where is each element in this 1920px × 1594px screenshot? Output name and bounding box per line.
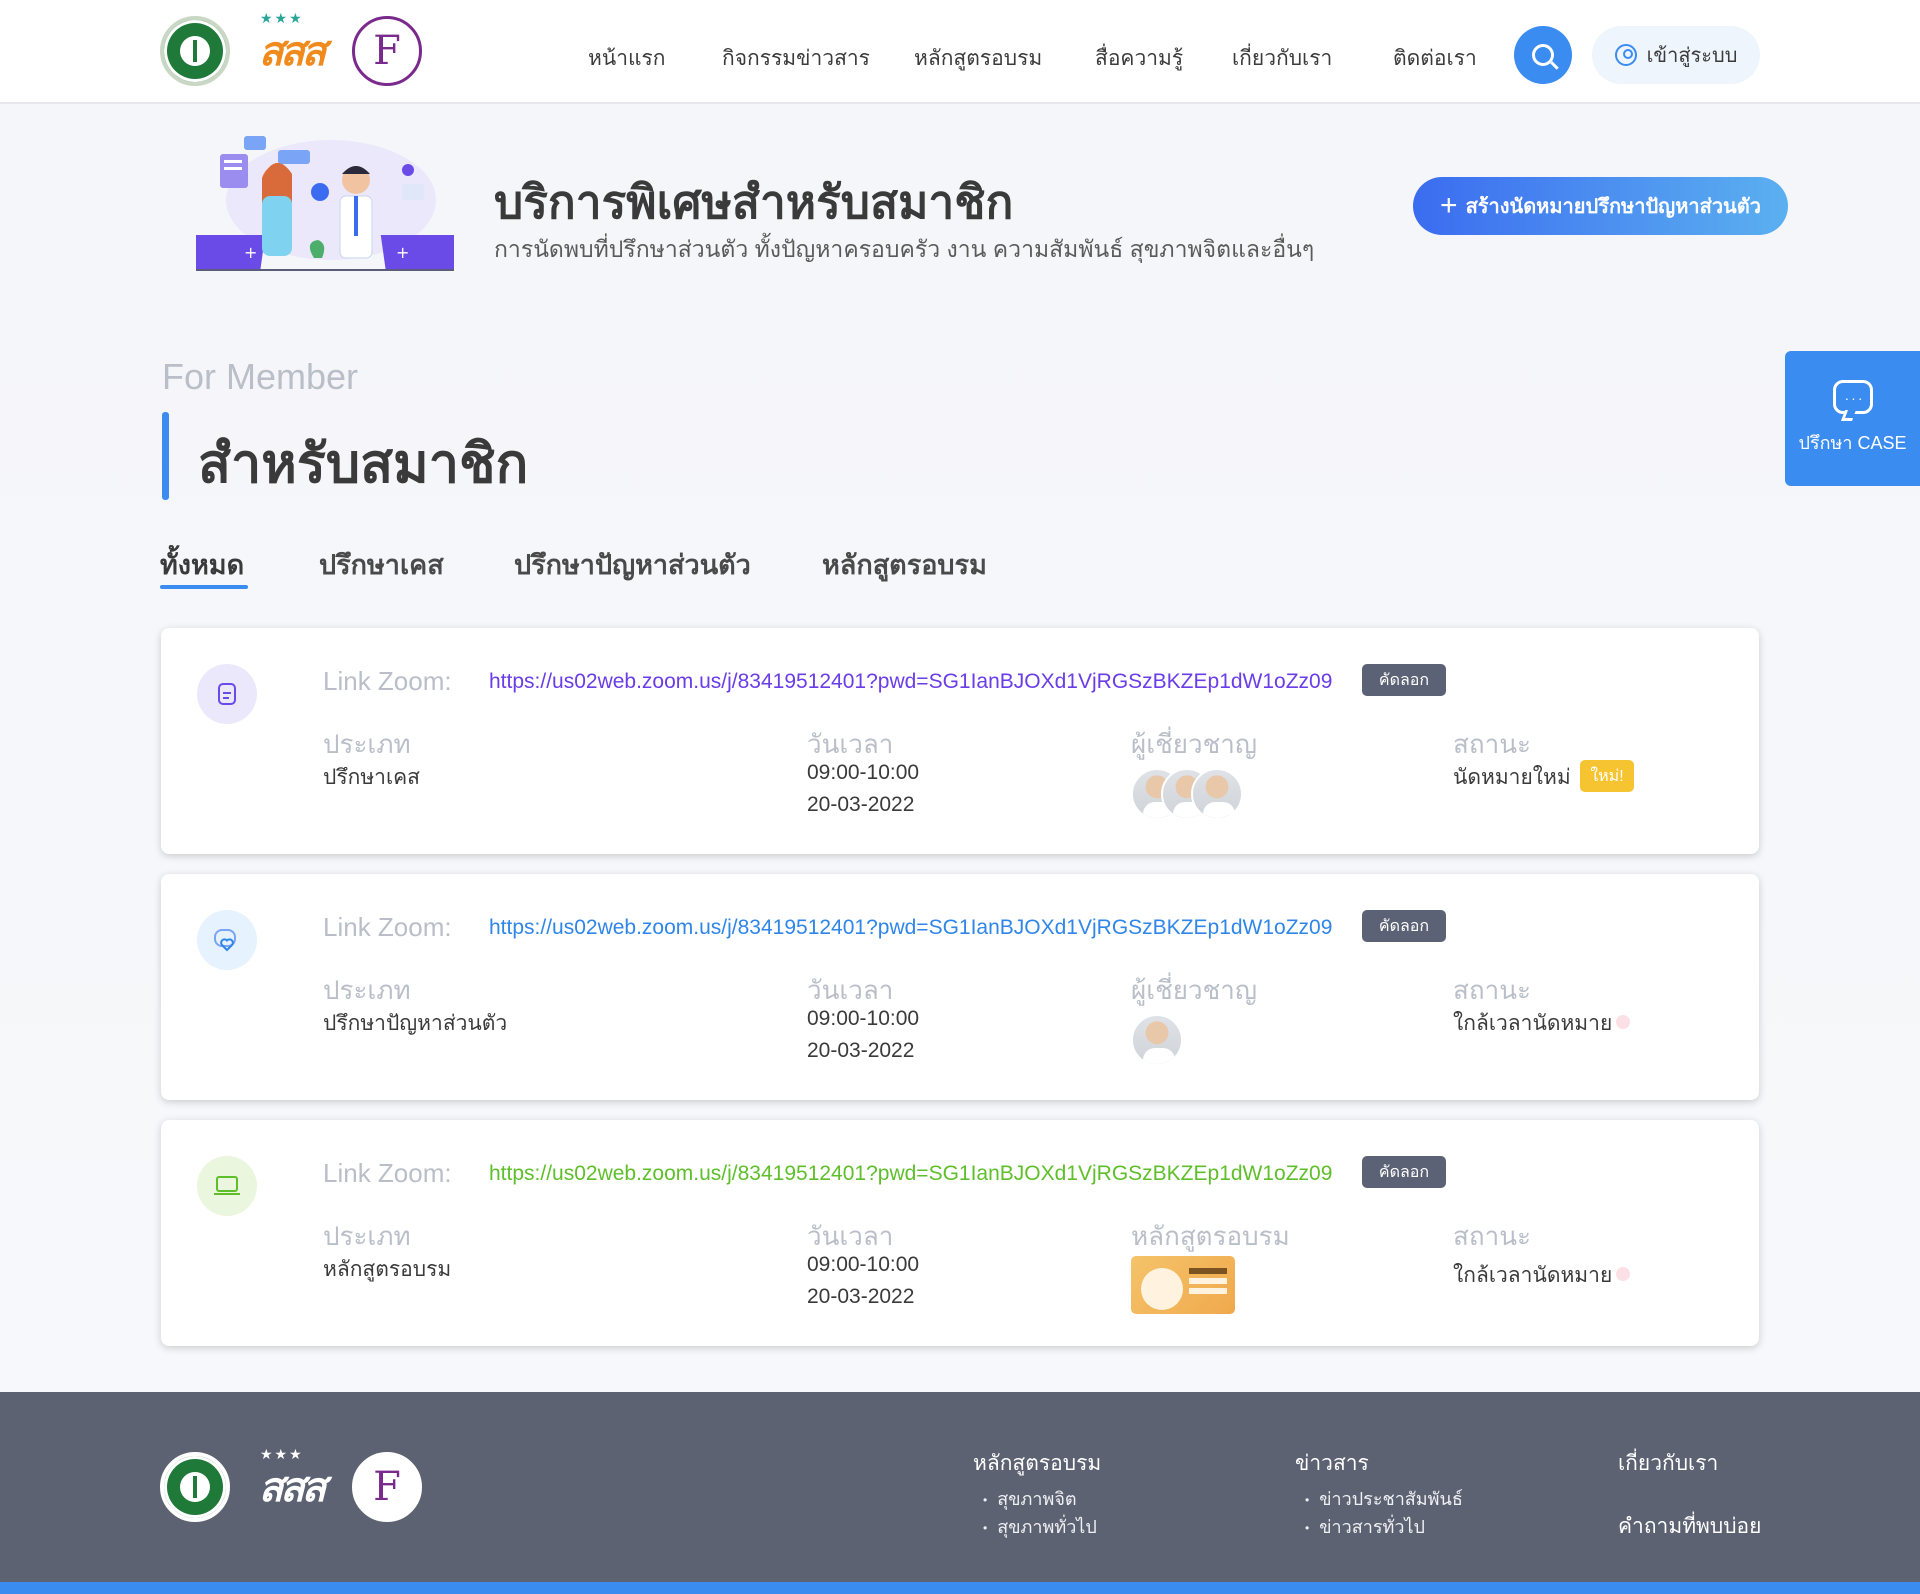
type-value: ปรึกษาปัญหาส่วนตัว [323,1012,508,1035]
date-value: 20-03-2022 [807,793,915,816]
footer-heading[interactable]: หลักสูตรอบรม [973,1447,1101,1480]
footer-column-about: เกี่ยวกับเรา คำถามที่พบบ่อย [1618,1447,1761,1543]
status-label: สถานะ [1453,1221,1531,1251]
user-icon [1614,44,1637,66]
hero-subtitle: การนัดพบที่ปรึกษาส่วนตัว ทั้งปัญหาครอบคร… [494,236,1315,262]
zoom-link[interactable]: https://us02web.zoom.us/j/83419512401?pw… [489,916,1332,940]
copy-button[interactable]: คัดลอก [1362,910,1446,942]
expert-label: ผู้เชี่ยวชาญ [1131,729,1258,759]
header-logos: ★★★ สสส F [160,10,422,86]
consult-case-side-button[interactable]: ··· ปรึกษา CASE [1785,351,1920,486]
footer-link[interactable]: ข่าวประชาสัมพันธ์ [1295,1486,1463,1514]
status-dot [1616,1267,1630,1281]
footer-accent-bar [0,1582,1920,1594]
link-zoom-label: Link Zoom: [323,912,452,942]
moph-logo[interactable] [160,16,230,86]
datetime-label: วันเวลา [807,975,894,1005]
login-button[interactable]: เข้าสู่ระบบ [1592,26,1760,84]
laptop-icon [197,1156,257,1216]
type-value: หลักสูตรอบรม [323,1258,452,1281]
face-foundation-logo[interactable]: F [352,1452,422,1522]
footer-link-faq[interactable]: คำถามที่พบบ่อย [1618,1510,1761,1543]
create-appointment-button[interactable]: + สร้างนัดหมายปรึกษาปัญหาส่วนตัว [1413,177,1788,235]
active-tab-indicator [160,585,248,589]
nav-activities[interactable]: กิจกรรมข่าวสาร [722,42,870,75]
time-value: 09:00-10:00 [807,1253,920,1276]
moph-logo[interactable] [160,1452,230,1522]
type-label: ประเภท [323,1221,411,1251]
plus-icon: + [1440,189,1458,222]
footer-logos: ★★★ สสส F [160,1446,422,1522]
nav-about[interactable]: เกี่ยวกับเรา [1232,42,1332,75]
expert-label: ผู้เชี่ยวชาญ [1131,975,1258,1005]
sss-logo[interactable]: ★★★ สสส [254,1446,328,1522]
heart-chat-icon [197,910,257,970]
chat-bubble-icon: ··· [1832,380,1873,414]
nav-media[interactable]: สื่อความรู้ [1095,42,1183,75]
appointment-card: Link Zoom: https://us02web.zoom.us/j/834… [161,1120,1759,1346]
type-label: ประเภท [323,729,411,759]
footer-link-about[interactable]: เกี่ยวกับเรา [1618,1447,1761,1480]
zoom-link[interactable]: https://us02web.zoom.us/j/83419512401?pw… [489,670,1332,694]
sss-logo[interactable]: ★★★ สสส [254,10,328,86]
tab-case-consult[interactable]: ปรึกษาเคส [319,543,444,586]
top-header: ★★★ สสส F หน้าแรก กิจกรรมข่าวสาร หลักสูต… [0,0,1920,104]
type-label: ประเภท [323,975,411,1005]
zoom-link[interactable]: https://us02web.zoom.us/j/83419512401?pw… [489,1162,1332,1186]
appointment-card: Link Zoom: https://us02web.zoom.us/j/834… [161,874,1759,1100]
datetime-label: วันเวลา [807,1221,894,1251]
svg-text:+: + [396,243,409,262]
hero-illustration: + + [196,136,454,271]
status-value: ใกล้เวลานัดหมาย [1453,1264,1613,1287]
appointment-card: Link Zoom: https://us02web.zoom.us/j/834… [161,628,1759,854]
document-icon [197,664,257,724]
create-appointment-label: สร้างนัดหมายปรึกษาปัญหาส่วนตัว [1465,196,1761,218]
nav-home[interactable]: หน้าแรก [588,42,666,75]
search-icon [1532,44,1554,66]
link-zoom-label: Link Zoom: [323,1158,452,1188]
tab-courses[interactable]: หลักสูตรอบรม [822,543,987,586]
date-value: 20-03-2022 [807,1039,915,1062]
expert-avatar[interactable] [1191,768,1243,820]
footer-column-news: ข่าวสาร ข่าวประชาสัมพันธ์ ข่าวสารทั่วไป [1295,1447,1463,1542]
tab-personal-consult[interactable]: ปรึกษาปัญหาส่วนตัว [514,543,751,586]
nav-courses[interactable]: หลักสูตรอบรม [914,42,1042,75]
date-value: 20-03-2022 [807,1285,915,1308]
course-thumbnail[interactable] [1131,1256,1235,1314]
copy-button[interactable]: คัดลอก [1362,1156,1446,1188]
tab-all[interactable]: ทั้งหมด [160,543,244,586]
footer-column-courses: หลักสูตรอบรม สุขภาพจิต สุขภาพทั่วไป [973,1447,1101,1542]
status-value: ใกล้เวลานัดหมาย [1453,1012,1613,1035]
nav-contact[interactable]: ติดต่อเรา [1393,42,1477,75]
copy-button[interactable]: คัดลอก [1362,664,1446,696]
time-value: 09:00-10:00 [807,1007,920,1030]
section-title: สำหรับสมาชิก [198,434,529,494]
section-accent-bar [162,412,169,500]
footer-heading[interactable]: ข่าวสาร [1295,1447,1463,1480]
face-foundation-logo[interactable]: F [352,16,422,86]
footer-link[interactable]: สุขภาพทั่วไป [973,1514,1101,1542]
consult-case-label: ปรึกษา CASE [1798,433,1907,453]
login-label: เข้าสู่ระบบ [1646,45,1738,67]
datetime-label: วันเวลา [807,729,894,759]
link-zoom-label: Link Zoom: [323,666,452,696]
time-value: 09:00-10:00 [807,761,920,784]
status-label: สถานะ [1453,729,1531,759]
footer-link[interactable]: ข่าวสารทั่วไป [1295,1514,1463,1542]
new-badge: ใหม่! [1580,760,1634,792]
course-label: หลักสูตรอบรม [1131,1221,1290,1251]
status-value: นัดหมายใหม่ [1453,766,1571,789]
search-button[interactable] [1514,26,1572,84]
footer-link[interactable]: สุขภาพจิต [973,1486,1101,1514]
svg-text:+: + [244,243,257,262]
status-dot [1616,1015,1630,1029]
type-value: ปรึกษาเคส [323,766,421,789]
expert-avatar[interactable] [1131,1014,1183,1066]
section-eyebrow: For Member [162,356,359,397]
hero-title: บริการพิเศษสำหรับสมาชิก [494,176,1014,228]
status-label: สถานะ [1453,975,1531,1005]
